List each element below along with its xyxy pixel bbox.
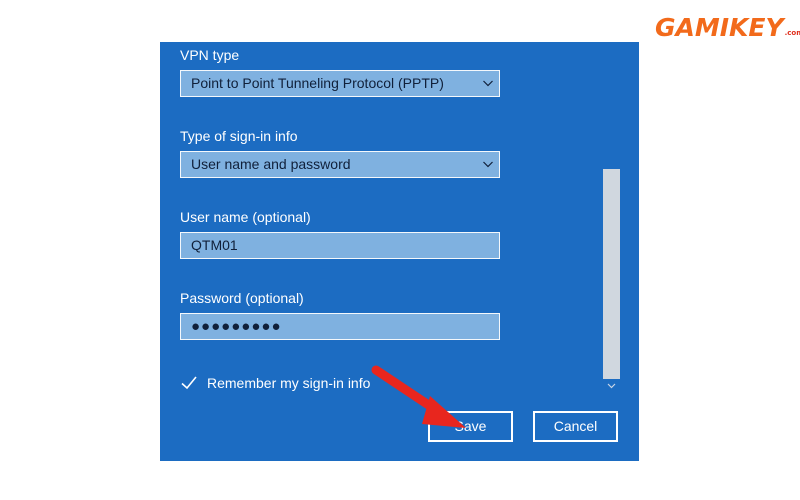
remember-checkbox-label: Remember my sign-in info	[207, 375, 371, 391]
scroll-down-arrow-icon[interactable]	[606, 378, 617, 389]
scrollbar-thumb[interactable]	[603, 169, 620, 379]
signin-type-value: User name and password	[191, 156, 351, 172]
password-label: Password (optional)	[180, 290, 304, 306]
signin-type-label: Type of sign-in info	[180, 128, 298, 144]
checkmark-icon	[181, 376, 197, 390]
password-field[interactable]: ●●●●●●●●●	[180, 313, 500, 340]
username-field[interactable]: QTM01	[180, 232, 500, 259]
vpn-type-label: VPN type	[180, 47, 240, 63]
vpn-type-value: Point to Point Tunneling Protocol (PPTP)	[191, 75, 444, 91]
brand-logo: GAMIKEY .com	[655, 8, 800, 42]
chevron-down-icon	[483, 80, 493, 88]
page: GAMIKEY .com VPN type Point to Point Tunn…	[0, 0, 800, 500]
vpn-type-dropdown[interactable]: Point to Point Tunneling Protocol (PPTP)	[180, 70, 500, 97]
signin-type-dropdown[interactable]: User name and password	[180, 151, 500, 178]
cancel-button[interactable]: Cancel	[533, 411, 618, 442]
brand-logo-suffix: .com	[784, 29, 800, 37]
username-label: User name (optional)	[180, 209, 311, 225]
red-arrow-icon	[371, 365, 466, 428]
brand-logo-text: GAMIKEY	[655, 13, 784, 42]
username-value: QTM01	[191, 237, 238, 253]
chevron-down-icon	[483, 161, 493, 169]
remember-checkbox[interactable]	[180, 374, 198, 392]
password-value: ●●●●●●●●●	[191, 318, 282, 335]
